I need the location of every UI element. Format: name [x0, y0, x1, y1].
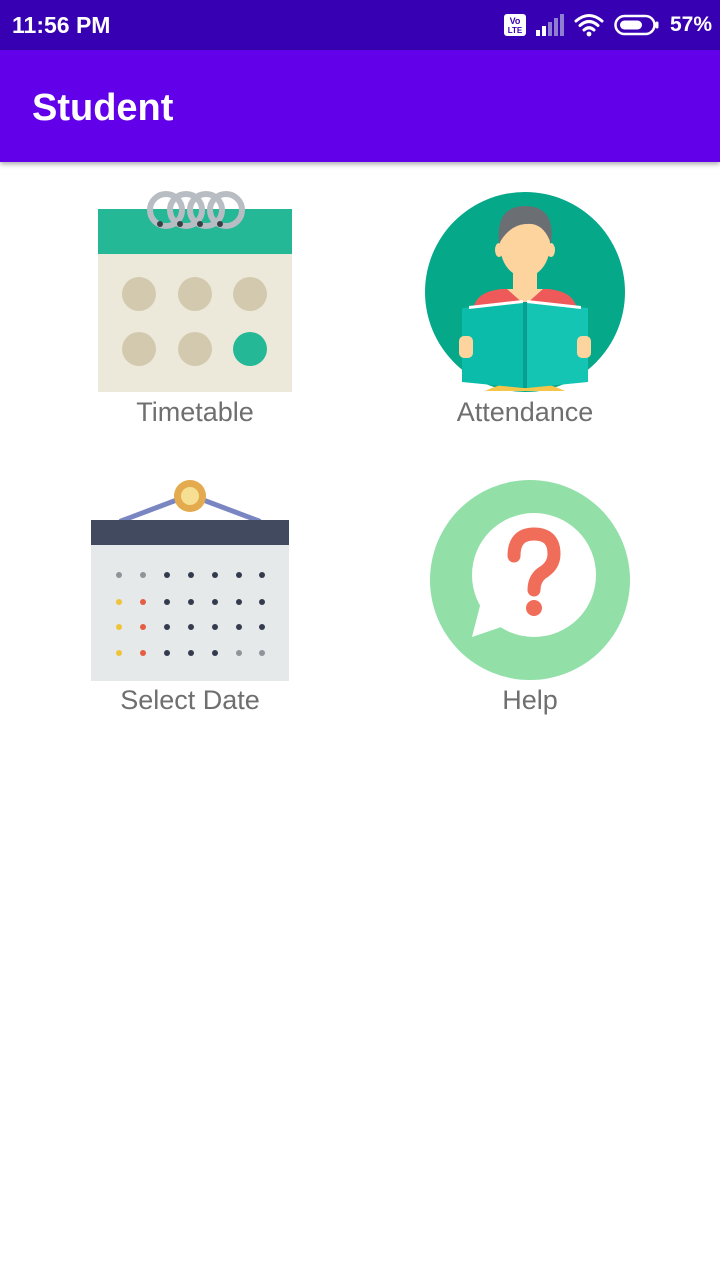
tile-label-help: Help [502, 685, 558, 715]
app-bar: Student [0, 50, 720, 162]
tile-label-timetable: Timetable [136, 397, 254, 427]
battery-icon [614, 14, 659, 36]
tile-select-date[interactable]: Select Date [40, 475, 340, 725]
tile-attendance[interactable]: Attendance [375, 185, 675, 435]
page-title: Student [32, 87, 174, 129]
status-bar: 11:56 PM Vo LTE 57% [0, 0, 720, 50]
battery-percent: 57% [669, 13, 712, 36]
volte-icon: Vo LTE [503, 14, 526, 36]
tile-label-attendance: Attendance [456, 397, 594, 427]
student-reading-icon [425, 192, 625, 392]
tile-timetable[interactable]: Timetable [45, 185, 345, 435]
tile-label-select-date: Select Date [120, 685, 260, 715]
volte-label-bottom: LTE [508, 26, 523, 35]
wifi-icon [574, 14, 604, 37]
status-icons: Vo LTE 57% [503, 11, 712, 39]
help-bubble-icon [430, 480, 630, 680]
signal-icon [535, 14, 564, 36]
status-time: 11:56 PM [12, 12, 111, 38]
calendar-icon [98, 191, 292, 392]
volte-label-top: Vo [510, 16, 521, 26]
date-calendar-icon [91, 480, 289, 681]
tile-help[interactable]: Help [380, 475, 680, 725]
